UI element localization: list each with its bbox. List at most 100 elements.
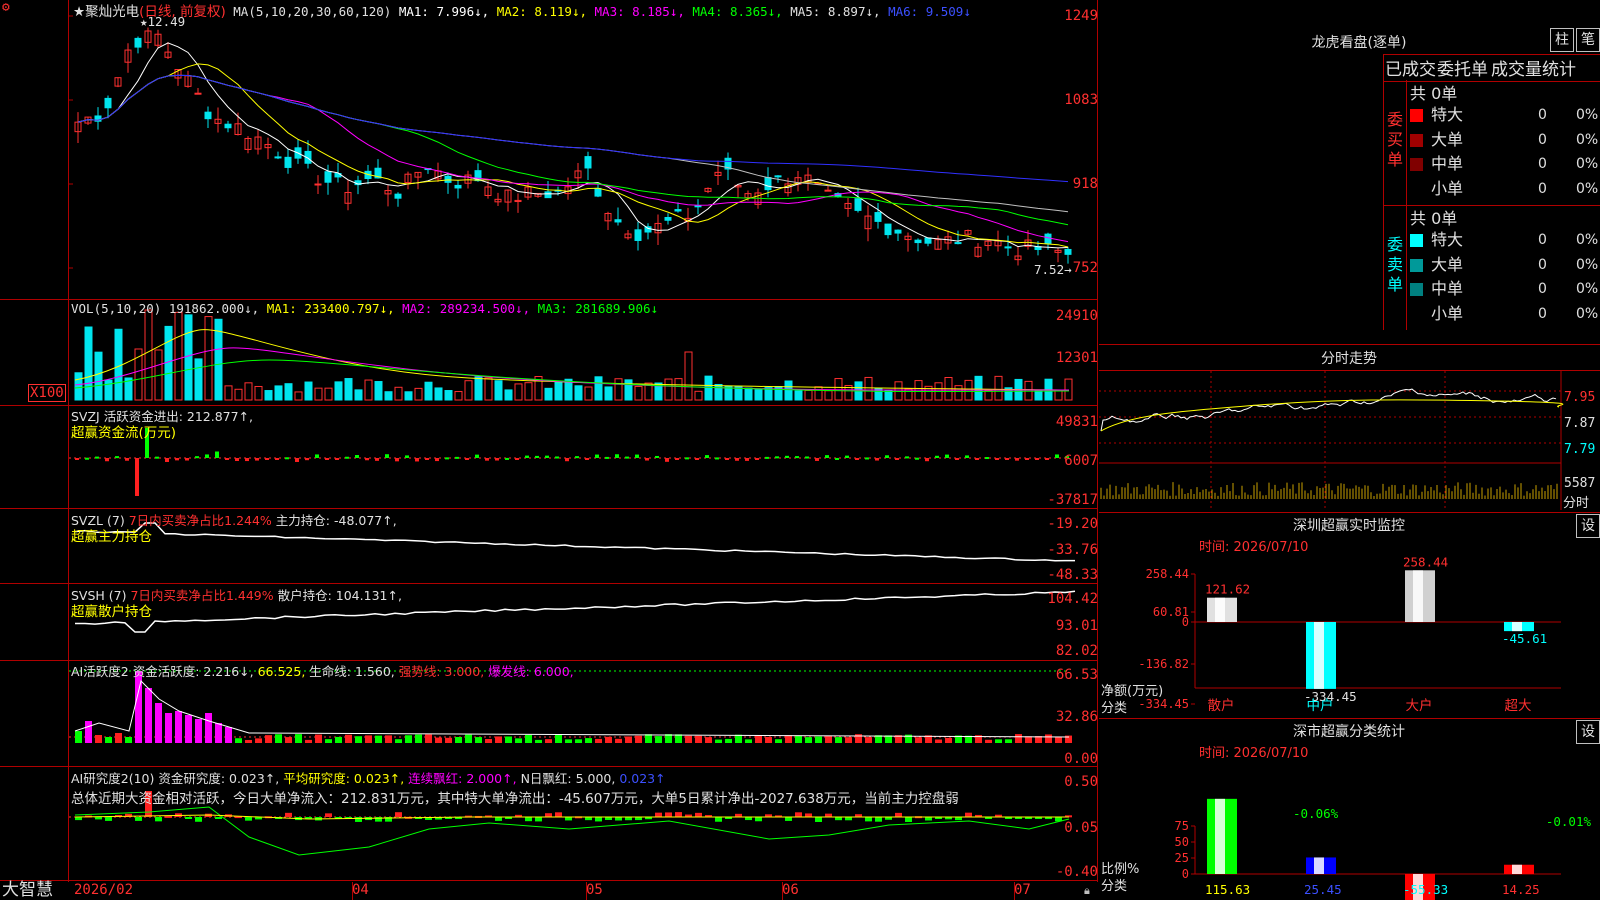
flow-bar — [1015, 458, 1019, 461]
lhb-title: 龙虎看盘(逐单) — [1311, 35, 1407, 51]
buy-order-row: 小单 0 0% — [1410, 177, 1600, 202]
ai-research-legend: AI研究度2(10) 资金研究度: 0.023↑, 平均研究度: 0.023↑,… — [71, 771, 666, 786]
capital-bar-highlight — [1512, 622, 1522, 632]
research-bar — [805, 813, 812, 817]
volume-bar — [414, 387, 423, 401]
flow-bar — [355, 455, 359, 458]
flow-bar — [745, 458, 749, 461]
activity-bar — [355, 736, 362, 743]
flow-bar — [715, 457, 719, 460]
sz-stats-settings-button[interactable]: 设 — [1576, 720, 1600, 744]
date-label: 05 — [586, 882, 603, 898]
activity-bar — [695, 735, 702, 743]
axis-label: 50 — [1175, 835, 1189, 849]
ai-activity-axis-label: 32.86 — [1055, 709, 1098, 725]
lock-icon[interactable]: 🔒︎ — [1084, 884, 1090, 898]
capital-bar — [1405, 570, 1435, 622]
flow-bar — [705, 455, 709, 458]
flow-bar — [135, 458, 139, 496]
volume-bar — [954, 385, 963, 401]
candle — [284, 156, 292, 168]
category-label: 中户 — [1307, 697, 1334, 714]
sz-monitor-chart[interactable]: 258.4460.810-136.82-334.45121.62散户-334.4… — [1099, 552, 1600, 717]
tab-orders[interactable]: 委托单 — [1437, 55, 1488, 80]
category-label: 大户 — [1406, 697, 1433, 714]
bar-view-button[interactable]: 柱 — [1550, 28, 1574, 52]
volume-bar — [174, 311, 183, 401]
pen-view-button[interactable]: 笔 — [1576, 28, 1600, 52]
flow-bar — [755, 458, 759, 460]
candle — [854, 198, 862, 211]
volume-bar — [234, 388, 243, 401]
activity-bar — [315, 734, 322, 743]
order-size-label: 特大 — [1431, 105, 1464, 124]
capital-bar-highlight — [1215, 597, 1225, 622]
order-size-label: 特大 — [1431, 230, 1464, 249]
flow-bar — [645, 458, 649, 461]
flow-bar — [255, 458, 259, 461]
capital-bar — [1504, 622, 1534, 632]
capital-bar — [1207, 798, 1237, 874]
flow-bar — [425, 458, 429, 460]
research-bar — [865, 817, 872, 822]
svzj-axis-label: 49831 — [1055, 414, 1098, 430]
activity-bar — [845, 737, 852, 743]
order-pct: 0% — [1576, 180, 1599, 197]
flow-bar — [485, 458, 489, 461]
research-bar — [825, 813, 832, 817]
sz-stats-chart[interactable]: 7550250115.63散户25.45中户-55.33大户14.25超大-0.… — [1099, 758, 1600, 900]
order-count: 0 — [1538, 131, 1547, 148]
volume-bar — [514, 383, 523, 401]
volume-bar — [294, 391, 303, 401]
settings-icon[interactable]: ⚙ — [2, 0, 10, 15]
main-chart-area[interactable]: ⚙ ★聚灿光电(日线, 前复权) MA(5,10,20,30,60,120) M… — [0, 0, 1098, 900]
sz-monitor-settings-button[interactable]: 设 — [1576, 514, 1600, 538]
order-count: 0 — [1538, 281, 1547, 297]
order-size-swatch — [1410, 158, 1423, 171]
intraday-vol-axis: 5587 — [1564, 476, 1596, 491]
flow-bar — [205, 454, 209, 458]
volume-bar — [404, 391, 413, 401]
date-tick — [1014, 882, 1015, 900]
order-pct: 0% — [1576, 305, 1599, 322]
intraday-vol-unit: 分时 — [1563, 496, 1590, 511]
svzj-axis-label: 6007 — [1064, 453, 1098, 469]
flow-bar — [105, 458, 109, 462]
activity-bar — [765, 737, 772, 743]
activity-bar — [825, 735, 832, 743]
volume-bar — [784, 380, 793, 401]
tab-traded[interactable]: 已成交 — [1385, 55, 1436, 80]
activity-bar — [475, 737, 482, 743]
activity-bar — [555, 734, 562, 743]
volume-bar — [504, 389, 513, 401]
activity-bar — [675, 734, 682, 743]
order-size-label: 中单 — [1431, 279, 1464, 298]
moving-average-line — [77, 42, 1069, 249]
activity-bar — [705, 737, 712, 743]
candlestick-chart[interactable] — [69, 0, 1097, 299]
price-axis-label: 918 — [1072, 176, 1098, 192]
order-count: 0 — [1538, 256, 1547, 273]
flow-bar — [95, 456, 99, 459]
stock-name[interactable]: ★聚灿光电 — [73, 4, 139, 20]
tab-volume-stats[interactable]: 成交量统计 — [1491, 55, 1576, 80]
volume-bar — [344, 378, 353, 401]
volume-bar — [984, 389, 993, 401]
volume-bar — [544, 387, 553, 401]
flow-bar — [335, 458, 339, 460]
flow-bar — [905, 456, 909, 459]
activity-bar — [445, 737, 452, 743]
buy-orders-label: 委买单 — [1386, 110, 1403, 169]
capital-bar — [1306, 622, 1336, 689]
flow-bar — [735, 458, 739, 461]
activity-bar — [285, 737, 292, 743]
capital-value-label: -55.33 — [1403, 882, 1448, 897]
flow-bar — [195, 456, 199, 459]
activity-bar — [525, 734, 532, 743]
intraday-chart[interactable] — [1099, 371, 1600, 510]
activity-bar — [435, 737, 442, 743]
date-tick — [782, 882, 783, 900]
chart-header: ★聚灿光电(日线, 前复权) MA(5,10,20,30,60,120) MA1… — [73, 0, 971, 20]
activity-bar — [345, 734, 352, 743]
buy-order-row: 特大 0 0% — [1410, 103, 1600, 128]
